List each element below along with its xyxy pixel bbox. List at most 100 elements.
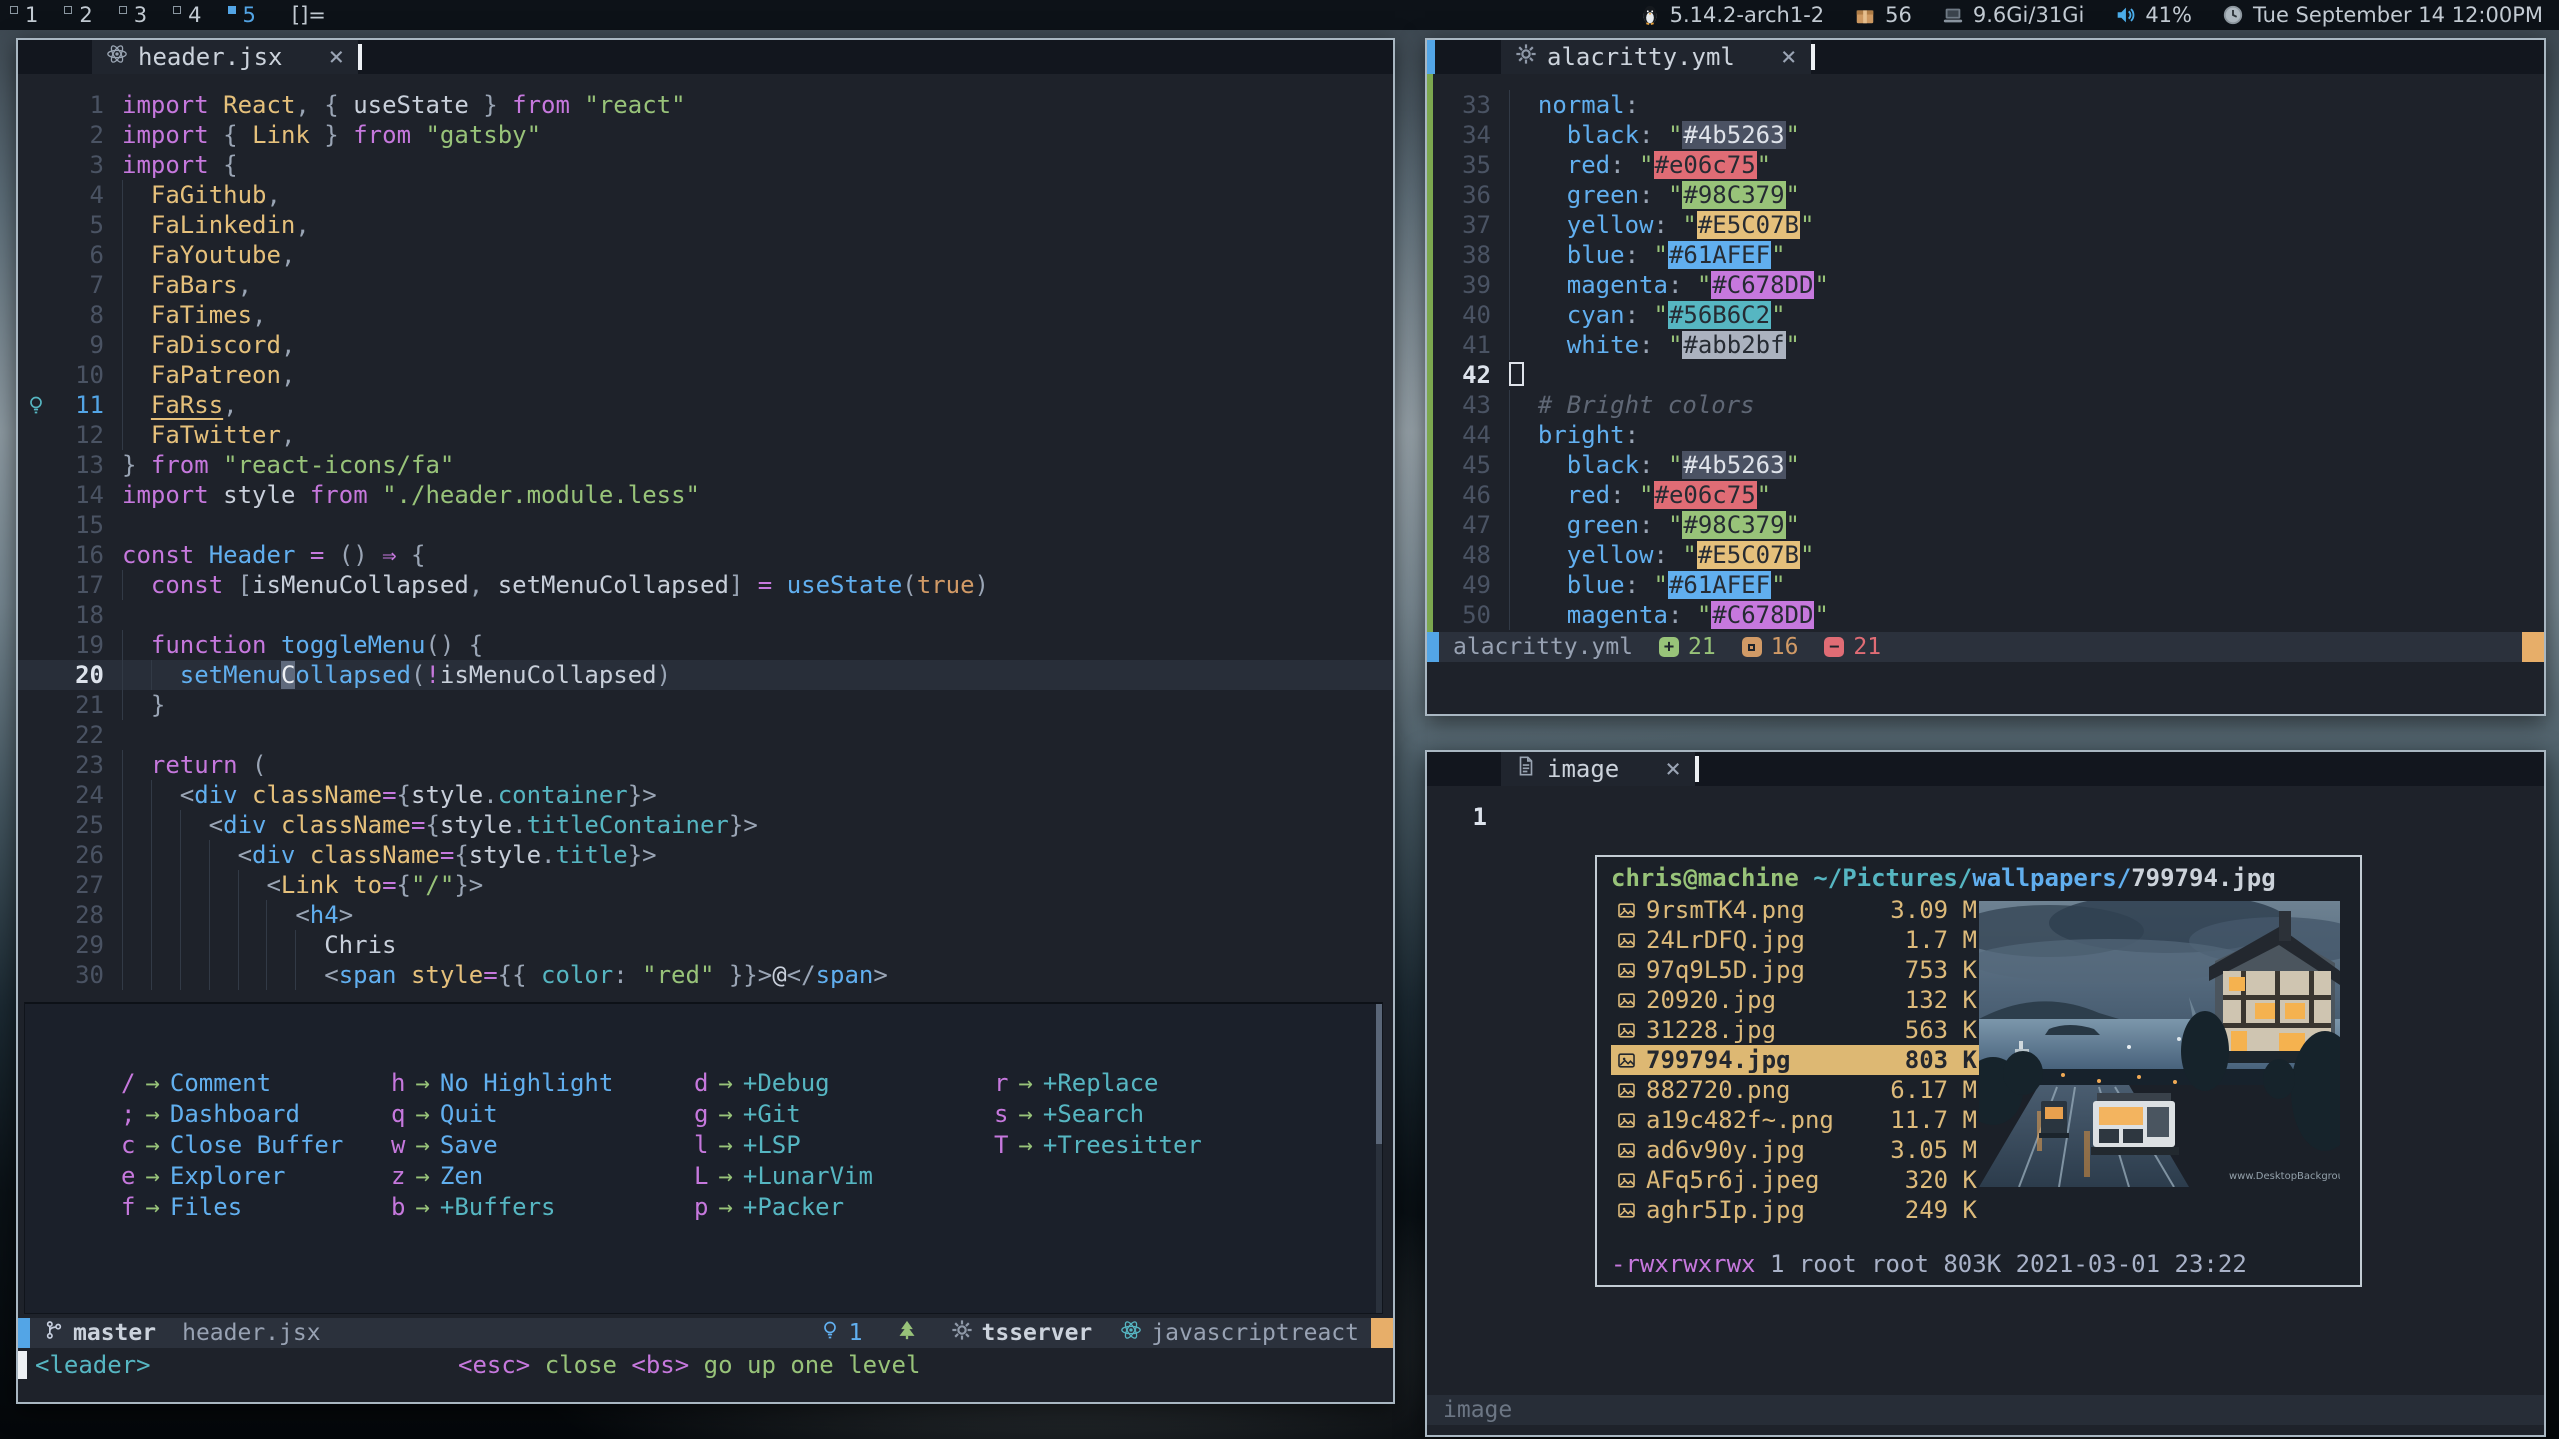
close-icon[interactable]: × xyxy=(329,42,345,72)
whichkey-binding[interactable]: f→Files xyxy=(121,1192,391,1223)
code-line[interactable]: 37yellow: "#E5C07B" xyxy=(1437,210,2544,240)
code-line[interactable]: 22 xyxy=(18,720,1393,750)
workspace-3[interactable]: 3 xyxy=(119,3,147,27)
code-line[interactable]: 18 xyxy=(18,600,1393,630)
tab-alacritty-yml[interactable]: alacritty.yml × xyxy=(1501,40,1811,74)
code-line[interactable]: 39magenta: "#C678DD" xyxy=(1437,270,2544,300)
line-number: 7 xyxy=(54,270,104,300)
whichkey-binding[interactable]: L→+LunarVim xyxy=(694,1161,994,1192)
workspace-2[interactable]: 2 xyxy=(64,3,92,27)
file-row[interactable]: 20920.jpg132 K xyxy=(1611,985,1983,1015)
whichkey-binding[interactable]: r→+Replace xyxy=(994,1068,1294,1099)
code-line[interactable]: 21} xyxy=(18,690,1393,720)
code-buffer[interactable]: 1 xyxy=(1427,786,2544,832)
whichkey-binding[interactable]: b→+Buffers xyxy=(391,1192,694,1223)
code-line[interactable]: 25<div className={style.titleContainer}> xyxy=(18,810,1393,840)
code-line[interactable]: 12FaTwitter, xyxy=(18,420,1393,450)
close-icon[interactable]: × xyxy=(1665,754,1681,784)
whichkey-binding[interactable]: ;→Dashboard xyxy=(121,1099,391,1130)
workspace-4[interactable]: 4 xyxy=(173,3,201,27)
whichkey-binding[interactable]: /→Comment xyxy=(121,1068,391,1099)
code-line[interactable]: 1import React, { useState } from "react" xyxy=(18,90,1393,120)
whichkey-binding[interactable]: w→Save xyxy=(391,1130,694,1161)
file-row[interactable]: 9rsmTK4.png3.09 M xyxy=(1611,895,1983,925)
code-line[interactable]: 3import { xyxy=(18,150,1393,180)
code-line[interactable]: 19function toggleMenu() { xyxy=(18,630,1393,660)
whichkey-binding[interactable]: T→+Treesitter xyxy=(994,1130,1294,1161)
code-line[interactable]: 44bright: xyxy=(1437,420,2544,450)
code-line[interactable]: 14import style from "./header.module.les… xyxy=(18,480,1393,510)
code-line[interactable]: 23return ( xyxy=(18,750,1393,780)
file-row[interactable]: a19c482f~.png11.7 M xyxy=(1611,1105,1983,1135)
whichkey-binding[interactable]: e→Explorer xyxy=(121,1161,391,1192)
workspace-5[interactable]: 5 xyxy=(228,3,256,27)
whichkey-binding[interactable]: c→Close Buffer xyxy=(121,1130,391,1161)
code-line[interactable]: 48yellow: "#E5C07B" xyxy=(1437,540,2544,570)
code-line[interactable]: 41white: "#abb2bf" xyxy=(1437,330,2544,360)
line-number: 2 xyxy=(54,120,104,150)
tab-header-jsx[interactable]: header.jsx × xyxy=(92,40,358,74)
status-item: 9.6Gi/31Gi xyxy=(1942,3,2084,27)
code-line[interactable]: 7FaBars, xyxy=(18,270,1393,300)
whichkey-binding[interactable]: l→+LSP xyxy=(694,1130,994,1161)
code-line[interactable]: 35red: "#e06c75" xyxy=(1437,150,2544,180)
whichkey-binding[interactable]: h→No Highlight xyxy=(391,1068,694,1099)
code-buffer[interactable]: 1import React, { useState } from "react"… xyxy=(18,74,1393,990)
whichkey-binding[interactable]: z→Zen xyxy=(391,1161,694,1192)
code-line[interactable]: 47green: "#98C379" xyxy=(1437,510,2544,540)
line-number: 14 xyxy=(54,480,104,510)
whichkey-binding[interactable]: p→+Packer xyxy=(694,1192,994,1223)
whichkey-binding[interactable]: d→+Debug xyxy=(694,1068,994,1099)
file-row[interactable]: ad6v90y.jpg3.05 M xyxy=(1611,1135,1983,1165)
code-line[interactable]: 20setMenuCollapsed(!isMenuCollapsed) xyxy=(18,660,1393,690)
lightbulb-icon[interactable] xyxy=(18,390,54,420)
code-line[interactable]: 11FaRss, xyxy=(18,390,1393,420)
code-line[interactable]: 50magenta: "#C678DD" xyxy=(1437,600,2544,630)
whichkey-binding[interactable]: s→+Search xyxy=(994,1099,1294,1130)
tab-image[interactable]: image × xyxy=(1501,752,1695,786)
line-number: 20 xyxy=(54,660,104,690)
code-line[interactable]: 13} from "react-icons/fa" xyxy=(18,450,1393,480)
code-line[interactable]: 10FaPatreon, xyxy=(18,360,1393,390)
code-line[interactable]: 34black: "#4b5263" xyxy=(1437,120,2544,150)
code-line[interactable]: 24<div className={style.container}> xyxy=(18,780,1393,810)
code-line[interactable]: 16const Header = () ⇒ { xyxy=(18,540,1393,570)
code-line[interactable]: 49blue: "#61AFEF" xyxy=(1437,570,2544,600)
code-line[interactable]: 36green: "#98C379" xyxy=(1437,180,2544,210)
code-line[interactable]: 17const [isMenuCollapsed, setMenuCollaps… xyxy=(18,570,1393,600)
line-number: 27 xyxy=(54,870,104,900)
code-line[interactable]: 29Chris xyxy=(18,930,1393,960)
code-line[interactable]: 30<span style={{ color: "red" }}>@</span… xyxy=(18,960,1393,990)
whichkey-scrollbar[interactable] xyxy=(1376,1004,1382,1313)
code-line[interactable]: 8FaTimes, xyxy=(18,300,1393,330)
code-line[interactable]: 43# Bright colors xyxy=(1437,390,2544,420)
code-line[interactable]: 42 xyxy=(1437,360,2544,390)
code-line[interactable]: 2import { Link } from "gatsby" xyxy=(18,120,1393,150)
file-row[interactable]: 882720.png6.17 M xyxy=(1611,1075,1983,1105)
file-row[interactable]: 31228.jpg563 K xyxy=(1611,1015,1983,1045)
code-line[interactable]: 5FaLinkedin, xyxy=(18,210,1393,240)
code-line[interactable]: 38blue: "#61AFEF" xyxy=(1437,240,2544,270)
file-row[interactable]: 24LrDFQ.jpg1.7 M xyxy=(1611,925,1983,955)
code-buffer[interactable]: 33normal:34black: "#4b5263"35red: "#e06c… xyxy=(1427,74,2544,630)
file-row[interactable]: 97q9L5D.jpg753 K xyxy=(1611,955,1983,985)
code-line[interactable]: 28<h4> xyxy=(18,900,1393,930)
code-line[interactable]: 46red: "#e06c75" xyxy=(1437,480,2544,510)
whichkey-binding[interactable]: q→Quit xyxy=(391,1099,694,1130)
workspace-1[interactable]: 1 xyxy=(10,3,38,27)
code-line[interactable]: 26<div className={style.title}> xyxy=(18,840,1393,870)
code-line[interactable]: 15 xyxy=(18,510,1393,540)
file-row[interactable]: aghr5Ip.jpg249 K xyxy=(1611,1195,1983,1225)
close-icon[interactable]: × xyxy=(1781,42,1797,72)
code-line[interactable]: 27<Link to={"/"}> xyxy=(18,870,1393,900)
code-line[interactable]: 40cyan: "#56B6C2" xyxy=(1437,300,2544,330)
file-row[interactable]: AFq5r6j.jpeg320 K xyxy=(1611,1165,1983,1195)
code-line[interactable]: 6FaYoutube, xyxy=(18,240,1393,270)
file-row[interactable]: 799794.jpg803 K xyxy=(1611,1045,1983,1075)
code-line[interactable]: 4FaGithub, xyxy=(18,180,1393,210)
whichkey-binding[interactable]: g→+Git xyxy=(694,1099,994,1130)
code-line[interactable]: 33normal: xyxy=(1437,90,2544,120)
code-line[interactable]: 45black: "#4b5263" xyxy=(1437,450,2544,480)
code-line[interactable]: 9FaDiscord, xyxy=(18,330,1393,360)
layout-indicator-icon[interactable]: []= xyxy=(292,3,326,27)
